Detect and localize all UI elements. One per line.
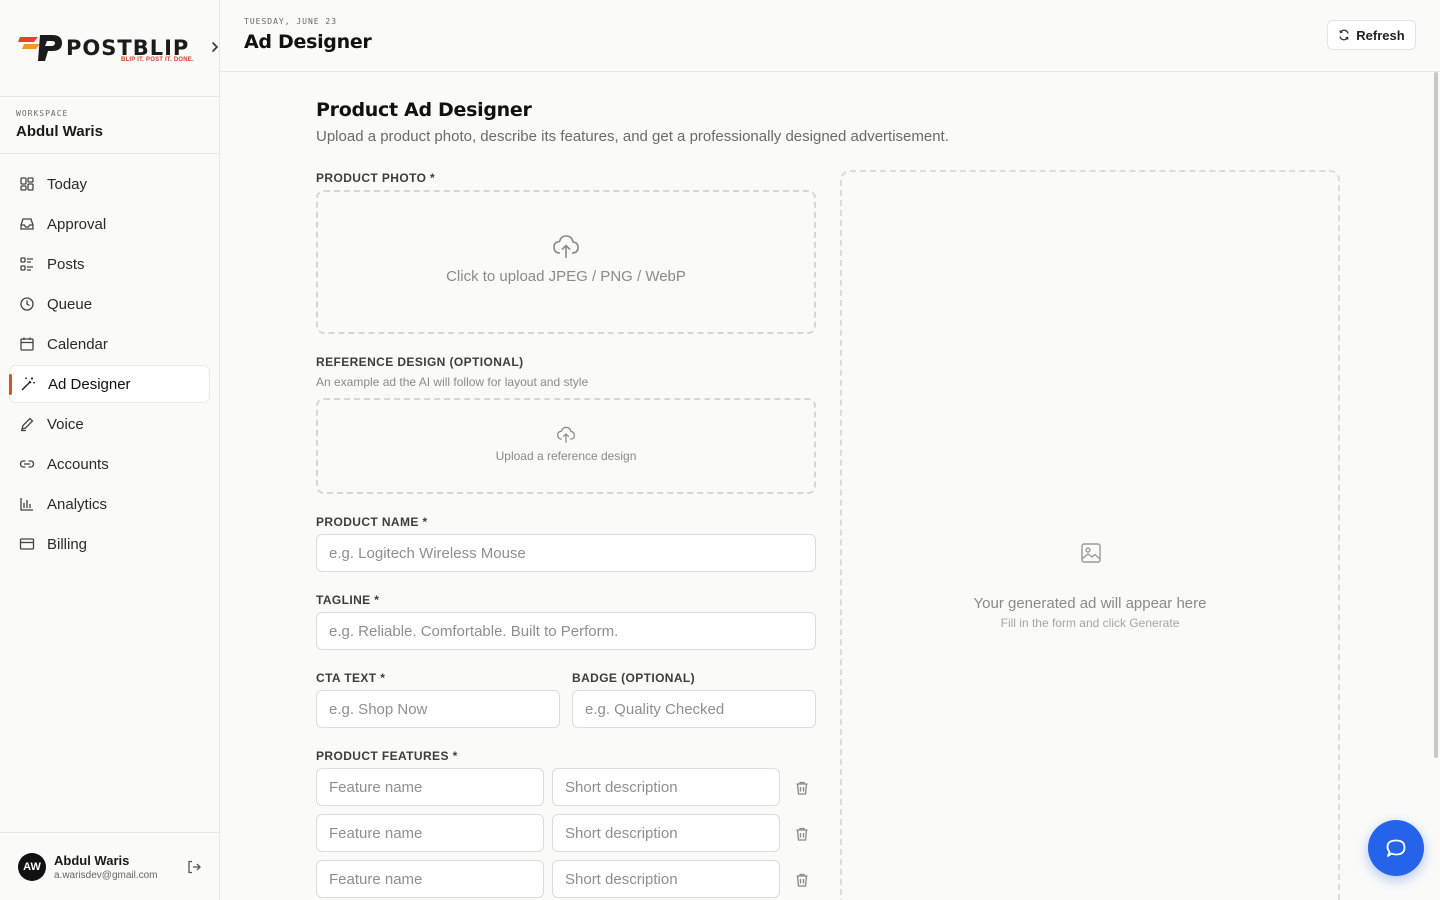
image-placeholder-icon — [1080, 542, 1102, 569]
reference-design-label: REFERENCE DESIGN (OPTIONAL) — [316, 355, 524, 369]
product-features-label: PRODUCT FEATURES * — [316, 749, 458, 763]
sidebar-item-voice[interactable]: Voice — [9, 405, 210, 443]
sidebar-item-label: Accounts — [47, 455, 109, 473]
trash-icon — [796, 827, 808, 841]
workspace-name[interactable]: Abdul Waris — [16, 123, 203, 140]
badge-label: BADGE (OPTIONAL) — [572, 671, 696, 685]
inbox-icon — [19, 216, 35, 232]
sidebar-item-label: Approval — [47, 215, 107, 233]
sidebar-item-posts[interactable]: Posts — [9, 245, 210, 283]
brand-tagline: BLIP IT. POST IT. DONE. — [121, 57, 194, 63]
clock-icon — [19, 296, 35, 312]
reference-design-upload[interactable]: Upload a reference design — [316, 398, 816, 494]
cta-text-label: CTA TEXT * — [316, 671, 386, 685]
upload-text: Click to upload JPEG / PNG / WebP — [446, 268, 686, 285]
trash-icon — [796, 781, 808, 795]
chat-support-button[interactable] — [1368, 820, 1424, 876]
tagline-input[interactable] — [316, 612, 816, 650]
refresh-label: Refresh — [1356, 27, 1405, 43]
upload-content: Click to upload JPEG / PNG / WebP — [318, 234, 814, 285]
chat-bubble-icon — [1386, 839, 1406, 857]
top-bar: TUESDAY, JUNE 23 Ad Designer Refresh — [220, 0, 1440, 72]
feature-name-input[interactable] — [316, 768, 544, 806]
cta-text-input[interactable] — [316, 690, 560, 728]
sidebar-item-label: Calendar — [47, 335, 108, 353]
pen-icon — [19, 416, 35, 432]
form-subtitle: Upload a product photo, describe its fea… — [316, 128, 949, 145]
feature-name-input[interactable] — [316, 814, 544, 852]
current-date: TUESDAY, JUNE 23 — [244, 17, 338, 26]
upload-text: Upload a reference design — [495, 449, 637, 463]
sidebar-item-calendar[interactable]: Calendar — [9, 325, 210, 363]
upload-content: Upload a reference design — [318, 426, 814, 463]
delete-feature-button[interactable] — [794, 872, 810, 888]
magic-wand-icon — [20, 376, 36, 392]
sidebar-item-label: Queue — [47, 295, 93, 313]
postblip-logo-icon — [18, 35, 62, 61]
workspace-label: WORKSPACE — [16, 109, 69, 118]
logout-button[interactable] — [186, 859, 202, 875]
cloud-upload-icon — [557, 426, 575, 443]
preview-placeholder-title: Your generated ad will appear here — [973, 595, 1207, 612]
sidebar-item-approval[interactable]: Approval — [9, 205, 210, 243]
sidebar-item-analytics[interactable]: Analytics — [9, 485, 210, 523]
list-icon — [19, 256, 35, 272]
user-info: Abdul Waris a.warisdev@gmail.com — [54, 853, 158, 881]
sidebar-nav: Today Approval Posts Queue Calendar Ad D… — [0, 154, 219, 563]
delete-feature-button[interactable] — [794, 826, 810, 842]
product-photo-label: PRODUCT PHOTO * — [316, 171, 436, 185]
sidebar-item-billing[interactable]: Billing — [9, 525, 210, 563]
delete-feature-button[interactable] — [794, 780, 810, 796]
link-icon — [19, 456, 35, 472]
sidebar-item-label: Posts — [47, 255, 85, 273]
badge-input[interactable] — [572, 690, 816, 728]
logout-icon — [188, 860, 201, 874]
main-content: Product Ad Designer Upload a product pho… — [220, 72, 1440, 900]
user-profile: AW Abdul Waris a.warisdev@gmail.com — [0, 832, 219, 900]
cloud-upload-icon — [553, 235, 579, 258]
brand-name: POSTBLIP — [66, 35, 190, 60]
feature-name-input[interactable] — [316, 860, 544, 898]
refresh-button[interactable]: Refresh — [1327, 20, 1416, 50]
sidebar-item-queue[interactable]: Queue — [9, 285, 210, 323]
feature-description-input[interactable] — [552, 768, 780, 806]
sidebar-item-accounts[interactable]: Accounts — [9, 445, 210, 483]
ad-preview-panel: Your generated ad will appear here Fill … — [840, 170, 1340, 900]
sidebar-item-label: Analytics — [47, 495, 108, 513]
sidebar-item-today[interactable]: Today — [9, 165, 210, 203]
calendar-icon — [19, 336, 35, 352]
preview-placeholder-subtitle: Fill in the form and click Generate — [1000, 616, 1180, 630]
page-title: Ad Designer — [244, 31, 372, 53]
grid-icon — [19, 176, 35, 192]
feature-description-input[interactable] — [552, 860, 780, 898]
product-name-label: PRODUCT NAME * — [316, 515, 428, 529]
credit-card-icon — [19, 536, 35, 552]
sidebar-item-label: Billing — [47, 535, 88, 553]
sidebar-item-ad-designer[interactable]: Ad Designer — [9, 365, 210, 403]
avatar[interactable]: AW — [18, 852, 46, 881]
form-title: Product Ad Designer — [316, 99, 532, 121]
refresh-icon — [1339, 29, 1349, 41]
product-name-input[interactable] — [316, 534, 816, 572]
sidebar-item-label: Voice — [47, 415, 84, 433]
trash-icon — [796, 873, 808, 887]
workspace-section: WORKSPACE Abdul Waris — [0, 97, 219, 154]
reference-design-hint: An example ad the AI will follow for lay… — [316, 375, 589, 389]
sidebar: POSTBLIP BLIP IT. POST IT. DONE. WORKSPA… — [0, 0, 220, 900]
brand-logo[interactable]: POSTBLIP BLIP IT. POST IT. DONE. — [18, 33, 194, 63]
user-email: a.warisdev@gmail.com — [54, 869, 158, 881]
tagline-label: TAGLINE * — [316, 593, 380, 607]
logo-area: POSTBLIP BLIP IT. POST IT. DONE. — [0, 0, 219, 97]
user-name: Abdul Waris — [54, 852, 130, 868]
scrollbar[interactable] — [1434, 72, 1438, 758]
product-photo-upload[interactable]: Click to upload JPEG / PNG / WebP — [316, 190, 816, 334]
sidebar-item-label: Ad Designer — [48, 375, 131, 393]
bar-chart-icon — [19, 496, 35, 512]
feature-description-input[interactable] — [552, 814, 780, 852]
sidebar-item-label: Today — [47, 175, 88, 193]
